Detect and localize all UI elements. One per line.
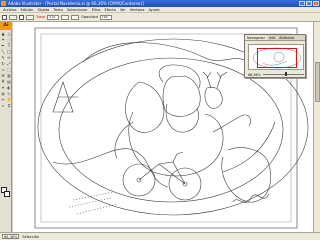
ai-logo: Ai <box>0 22 12 30</box>
fill-swatch[interactable] <box>2 14 7 20</box>
type-tool-icon[interactable]: T <box>7 43 12 48</box>
illustrator-app-icon <box>1 1 6 6</box>
fill-stroke-control[interactable] <box>1 187 11 199</box>
stroke-label[interactable]: Trazo <box>36 15 45 19</box>
menu-ventana[interactable]: Ventana <box>130 8 145 12</box>
navigator-zoom-value[interactable]: 66,36% <box>248 73 261 77</box>
sack <box>125 81 165 133</box>
selection-tool-icon[interactable]: ▲ <box>1 31 6 36</box>
crop-tool-icon[interactable]: ⌗ <box>7 103 12 108</box>
menu-objeto[interactable]: Objeto <box>37 8 49 12</box>
close-button[interactable]: × <box>313 1 319 6</box>
hand-tool-icon[interactable]: ✋ <box>7 97 12 102</box>
santa-beard <box>165 103 199 133</box>
navigator-panel: Navegador Info Atributos 66,36% <box>244 34 306 78</box>
rotate-tool-icon[interactable]: ↻ <box>1 61 6 66</box>
tab-navegador[interactable]: Navegador <box>245 35 268 40</box>
opacity-label: Opacidad <box>81 15 98 19</box>
zoom-tool-icon[interactable]: ⌕ <box>1 103 6 108</box>
menu-seleccionar[interactable]: Seleccionar <box>67 8 88 12</box>
menu-edicion[interactable]: Edición <box>20 8 33 12</box>
pencil-tool-icon[interactable]: ✏ <box>7 55 12 60</box>
signature-scribble <box>232 193 270 203</box>
direct-selection-tool-icon[interactable]: △ <box>7 31 12 36</box>
status-bar: 66,36% Selección <box>0 232 320 240</box>
graph-tool-icon[interactable]: ▥ <box>7 73 12 78</box>
zoom-field[interactable]: 66,36% <box>2 234 20 239</box>
minimize-button[interactable]: – <box>299 1 305 6</box>
vertical-scrollbar[interactable] <box>313 22 320 232</box>
navigator-preview[interactable] <box>248 44 304 70</box>
opacity-field[interactable]: 100 <box>99 14 112 20</box>
lasso-tool-icon[interactable]: ◌ <box>7 37 12 42</box>
speed-lines <box>68 191 118 215</box>
line-tool-icon[interactable]: ╲ <box>1 49 6 54</box>
reindeer-head <box>204 86 223 109</box>
inner-oval <box>58 57 284 203</box>
stroke-swatch[interactable] <box>19 14 24 20</box>
menu-efecto[interactable]: Efecto <box>104 8 115 12</box>
background-figure <box>221 147 271 203</box>
live-paint-tool-icon[interactable]: ◍ <box>1 91 6 96</box>
stroke-color-box[interactable] <box>4 191 10 197</box>
tab-atributos[interactable]: Atributos <box>277 35 296 40</box>
warp-tool-icon[interactable]: ≈ <box>1 67 6 72</box>
symbol-sprayer-tool-icon[interactable]: ✲ <box>1 73 6 78</box>
paintbrush-tool-icon[interactable]: ✎ <box>1 55 6 60</box>
santa-head <box>162 75 201 117</box>
stroke-weight-field[interactable]: 1 pt <box>47 14 60 20</box>
mesh-tool-icon[interactable]: # <box>1 79 6 84</box>
control-bar: Trazo 1 pt Opacidad 100 <box>0 13 320 22</box>
stroke-dropdown[interactable] <box>26 14 34 20</box>
style-dropdown[interactable] <box>71 14 80 20</box>
free-transform-tool-icon[interactable]: ⬚ <box>7 67 12 72</box>
eyedropper-tool-icon[interactable]: ⌖ <box>1 85 6 90</box>
antler-1 <box>202 71 212 89</box>
window-title: Adobe Illustrator - [Postal Navidenia.ai… <box>8 1 144 6</box>
maximize-button[interactable]: □ <box>306 1 312 6</box>
tab-info[interactable]: Info <box>267 35 277 40</box>
zoom-slider[interactable] <box>262 72 304 76</box>
antler-2 <box>216 71 228 89</box>
santa-body <box>128 111 224 177</box>
zoom-slider-knob[interactable] <box>285 72 288 76</box>
left-swoosh <box>52 148 169 188</box>
brush-dropdown[interactable] <box>61 14 70 20</box>
gradient-tool-icon[interactable]: ▤ <box>7 79 12 84</box>
scale-tool-icon[interactable]: ⤢ <box>7 61 12 66</box>
rectangle-tool-icon[interactable]: □ <box>7 49 12 54</box>
magic-wand-tool-icon[interactable]: ✦ <box>1 37 6 42</box>
tree-shape <box>52 81 78 113</box>
title-bar: Adobe Illustrator - [Postal Navidenia.ai… <box>0 0 320 7</box>
right-swoosh <box>222 121 276 173</box>
fill-dropdown[interactable] <box>9 14 17 20</box>
menu-ayuda[interactable]: Ayuda <box>148 8 159 12</box>
menu-texto[interactable]: Texto <box>53 8 62 12</box>
arm-left <box>114 121 134 159</box>
pen-tool-icon[interactable]: ✒ <box>1 43 6 48</box>
scrollbar-thumb[interactable] <box>315 62 320 102</box>
view-box[interactable] <box>257 48 297 68</box>
blend-tool-icon[interactable]: ◐ <box>7 85 12 90</box>
scissors-tool-icon[interactable]: ✂ <box>1 97 6 102</box>
status-tool: Selección <box>22 234 40 239</box>
menu-archivo[interactable]: Archivo <box>3 8 16 12</box>
tools-panel: Ai ▲ △ ✦ ◌ ✒ T ╲ □ ✎ ✏ ↻ ⤢ ≈ ⬚ ✲ ▥ # ▤ ⌖… <box>0 22 12 232</box>
menu-filtro[interactable]: Filtro <box>92 8 101 12</box>
menu-ver[interactable]: Ver <box>120 8 126 12</box>
slice-tool-icon[interactable]: ◇ <box>7 91 12 96</box>
